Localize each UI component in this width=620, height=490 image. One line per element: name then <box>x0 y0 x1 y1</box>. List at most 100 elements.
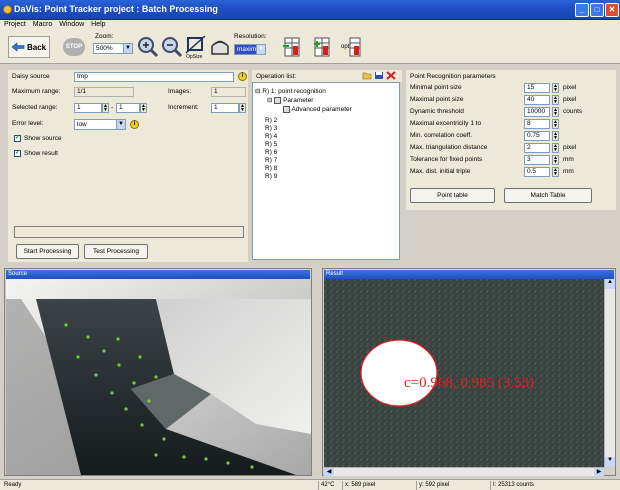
scroll-left-icon[interactable]: ◀ <box>324 468 334 476</box>
increment-field[interactable]: 1 <box>211 103 239 113</box>
param-unit: mm <box>563 156 574 163</box>
scroll-up-icon[interactable]: ▲ <box>605 279 615 289</box>
resolution-label: Resolution: <box>234 33 267 40</box>
open-folder-icon[interactable] <box>362 71 372 80</box>
optsize-label: OpSize <box>186 54 203 60</box>
increment-label: Increment: <box>168 104 199 111</box>
list-item[interactable]: Advanced parameter <box>283 106 352 113</box>
delete-icon[interactable] <box>386 71 396 80</box>
list-item[interactable]: R) 3 <box>265 125 277 132</box>
point-table-button[interactable]: Point table <box>410 188 495 203</box>
result-panel: Result c=0.968, 0.985 (3.53) ▲ ▼ ◀ ▶ <box>322 268 616 476</box>
param-spinner[interactable]: ▲ ▼ <box>552 155 559 165</box>
list-item[interactable]: R) 4 <box>265 133 277 140</box>
menu-project[interactable]: Project <box>0 20 29 28</box>
param-label: Dynamic threshold <box>410 108 464 115</box>
list-item[interactable]: R) 6 <box>265 149 277 156</box>
list-item[interactable]: ⊟ R) 1: point recognition <box>255 87 326 95</box>
title-bar: DaVis: Point Tracker project : Batch Pro… <box>0 0 620 20</box>
param-unit: pixel <box>563 84 577 91</box>
test-processing-button[interactable]: Test Processing <box>84 244 148 259</box>
opt-table-icon[interactable] <box>349 36 361 58</box>
zoom-out-icon[interactable] <box>161 36 183 58</box>
menu-macro[interactable]: Macro <box>29 20 55 28</box>
daisy-source-field[interactable]: tmp <box>74 72 234 82</box>
param-value-field[interactable]: 10000 <box>524 107 550 117</box>
param-spinner[interactable]: ▲ ▼ <box>552 119 559 129</box>
param-label: Max. triangulation distance <box>410 144 488 151</box>
param-label: Maximal point size <box>410 96 464 103</box>
param-value-field[interactable]: 0.75 <box>524 131 550 141</box>
chevron-down-icon: ▼ <box>123 44 132 53</box>
horizontal-scrollbar[interactable]: ◀ ▶ <box>324 467 604 476</box>
window-title: DaVis: Point Tracker project : Batch Pro… <box>14 4 218 14</box>
info-icon[interactable]: i <box>130 120 139 129</box>
selected-from-spinner[interactable]: ▲ ▼ <box>102 103 109 113</box>
param-unit: pixel <box>563 144 577 151</box>
source-title: Source <box>6 270 310 279</box>
selected-to-spinner[interactable]: ▲ ▼ <box>140 103 147 113</box>
selected-from-field[interactable]: 1 <box>74 103 102 113</box>
result-image: c=0.968, 0.985 (3.53) <box>324 279 604 467</box>
param-label: Max. dist. initial triple <box>410 168 471 175</box>
param-value-field[interactable]: 3 <box>524 155 550 165</box>
zoom-in-icon[interactable] <box>137 36 159 58</box>
operation-list[interactable]: ⊟ R) 1: point recognition ⊟ Parameter Ad… <box>252 82 400 260</box>
show-result-checkbox[interactable]: ✓ <box>14 150 21 157</box>
settings-panel: Daisy source tmp i Maximum range: 1/1 Im… <box>8 70 248 262</box>
start-processing-button[interactable]: Start Processing <box>16 244 79 259</box>
list-item[interactable]: R) 2 <box>265 117 277 124</box>
add-table-icon[interactable] <box>313 36 331 58</box>
list-item[interactable]: R) 7 <box>265 157 277 164</box>
list-item[interactable]: R) 9 <box>265 173 277 180</box>
back-button[interactable]: Back <box>8 36 50 58</box>
export-table-icon[interactable] <box>283 36 301 58</box>
param-value-field[interactable]: 2 <box>524 143 550 153</box>
param-label: Tolerance for fixed points <box>410 156 483 163</box>
list-item[interactable]: R) 8 <box>265 165 277 172</box>
zoom-select[interactable]: 500% ▼ <box>93 43 133 54</box>
maximize-button[interactable]: □ <box>590 3 604 17</box>
param-value-field[interactable]: 0.5 <box>524 167 550 177</box>
resolution-select[interactable]: maximal ▼ <box>234 44 266 55</box>
error-level-select[interactable]: low ▼ <box>74 119 126 130</box>
param-spinner[interactable]: ▲ ▼ <box>552 95 559 105</box>
param-spinner[interactable]: ▲ ▼ <box>552 83 559 93</box>
vertical-scrollbar[interactable]: ▲ ▼ <box>604 279 615 467</box>
show-source-label: Show source <box>24 135 62 142</box>
optsize-icon[interactable] <box>185 35 207 55</box>
save-icon[interactable] <box>374 71 384 80</box>
stop-button[interactable]: STOP <box>63 38 85 56</box>
param-spinner[interactable]: ▲ ▼ <box>552 107 559 117</box>
menu-help[interactable]: Help <box>87 20 108 28</box>
images-label: Images: <box>168 88 192 95</box>
show-source-checkbox[interactable]: ✓ <box>14 135 21 142</box>
daisy-source-label: Daisy source <box>12 73 50 80</box>
minimize-button[interactable]: _ <box>575 3 589 17</box>
image-rotate-icon[interactable] <box>209 36 231 58</box>
match-table-button[interactable]: Match Table <box>504 188 592 203</box>
menu-window[interactable]: Window <box>55 20 87 28</box>
param-value-field[interactable]: 8 <box>524 119 550 129</box>
param-spinner[interactable]: ▲ ▼ <box>552 167 559 177</box>
param-spinner[interactable]: ▲ ▼ <box>552 143 559 153</box>
close-button[interactable]: ✕ <box>605 3 619 17</box>
parameters-title: Point Recognition parameters <box>410 73 496 80</box>
increment-spinner[interactable]: ▲ ▼ <box>239 103 246 113</box>
status-ready: Ready <box>4 482 22 488</box>
parameter-icon <box>274 96 282 104</box>
list-item[interactable]: R) 5 <box>265 141 277 148</box>
param-value-field[interactable]: 40 <box>524 95 550 105</box>
list-item[interactable]: ⊟ Parameter <box>267 96 313 104</box>
scroll-right-icon[interactable]: ▶ <box>594 468 604 476</box>
selected-to-field[interactable]: 1 <box>116 103 140 113</box>
param-value-field[interactable]: 15 <box>524 83 550 93</box>
scroll-down-icon[interactable]: ▼ <box>605 457 615 467</box>
selected-range-label: Selected range: <box>12 104 58 111</box>
param-label: Min. correlation coeff. <box>410 132 473 139</box>
info-icon[interactable]: i <box>238 72 247 81</box>
status-counts: I: 25313 counts <box>490 481 534 490</box>
param-spinner[interactable]: ▲ ▼ <box>552 131 559 141</box>
param-label: Maximal excentricity 1 to <box>410 120 482 127</box>
error-level-label: Error level: <box>12 120 44 127</box>
